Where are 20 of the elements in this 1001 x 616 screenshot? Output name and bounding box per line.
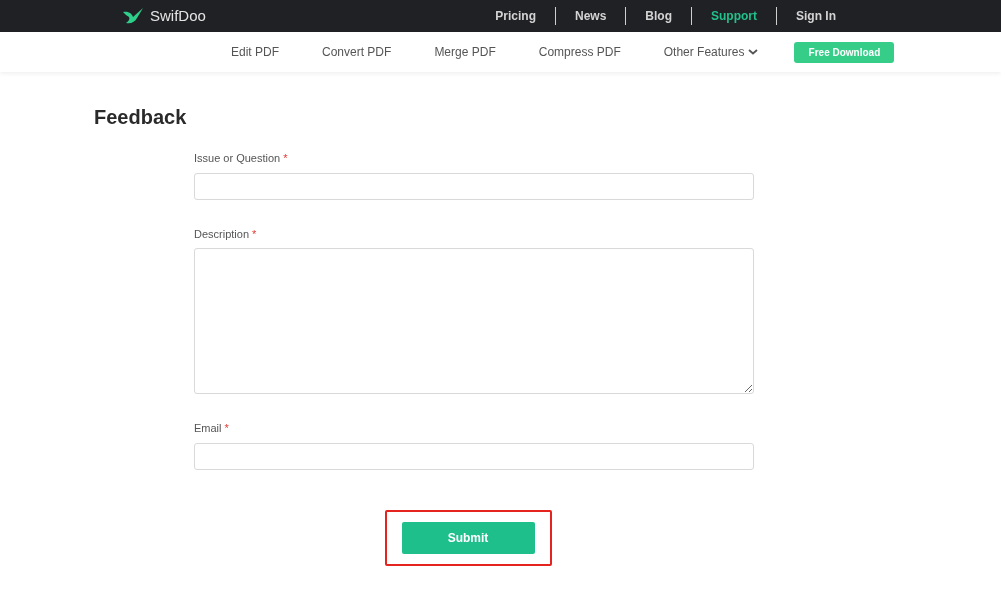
bird-logo-icon [123, 8, 145, 24]
nav-link[interactable]: Blog [626, 7, 691, 25]
menu-link[interactable]: Convert PDF [322, 43, 392, 61]
nav-link[interactable]: Sign In [777, 7, 855, 25]
nav-link[interactable]: Pricing [476, 7, 555, 25]
field-label: Email * [194, 421, 229, 436]
chevron-down-icon [748, 49, 759, 55]
description-field[interactable] [194, 248, 754, 394]
menu-link[interactable]: Edit PDF [231, 43, 279, 61]
input-field[interactable] [194, 442, 754, 470]
menu-link[interactable]: Merge PDF [434, 43, 496, 61]
nav-link[interactable]: News [555, 7, 626, 25]
nav-link[interactable]: Support [692, 7, 776, 25]
field-label: Description * [194, 226, 257, 242]
brand-name: SwifDoo [150, 5, 206, 26]
input-field[interactable] [194, 172, 754, 200]
menu-dropdown[interactable]: Other Features [663, 43, 759, 61]
field-label: Issue or Question * [194, 151, 288, 166]
page-title: Feedback [94, 105, 187, 130]
menu-link[interactable]: Compress PDF [538, 43, 621, 61]
